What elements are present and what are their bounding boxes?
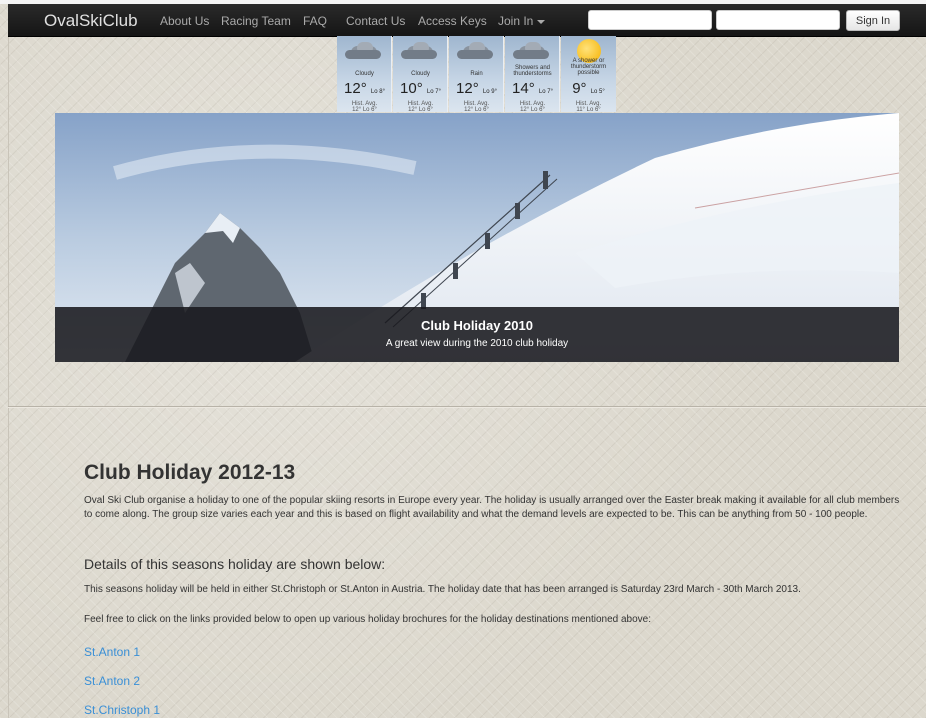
weather-temp: 9° Lo 5° <box>561 80 616 97</box>
page-left-edge <box>8 36 9 718</box>
weather-day: Showers and thunderstorms 14° Lo 7° Hist… <box>505 36 560 113</box>
weather-hist: Hist. Avg. 12° Lo 6° <box>337 101 392 113</box>
rain-cloud-icon <box>457 40 495 62</box>
weather-condition: Cloudy <box>355 71 374 77</box>
caption-title: Club Holiday 2010 <box>421 318 533 333</box>
weather-day: A shower or thunderstorm possible 9° Lo … <box>561 36 616 113</box>
weather-hist: Hist. Avg. 12° Lo 6° <box>393 101 448 113</box>
carousel-caption: Club Holiday 2010 A great view during th… <box>55 307 899 362</box>
page-title: Club Holiday 2012-13 <box>84 461 296 484</box>
link-st-anton-2[interactable]: St.Anton 2 <box>84 674 140 688</box>
link-st-christoph-1[interactable]: St.Christoph 1 <box>84 703 160 717</box>
sign-in-button[interactable]: Sign In <box>846 10 900 31</box>
storm-cloud-icon <box>513 40 551 62</box>
weather-condition: Rain <box>470 71 483 77</box>
weather-day: Cloudy 10° Lo 7° Hist. Avg. 12° Lo 6° <box>393 36 448 113</box>
weather-high: 12° <box>456 80 479 97</box>
cloud-icon <box>345 40 383 62</box>
weather-high: 14° <box>512 80 535 97</box>
weather-condition: Cloudy <box>411 71 430 77</box>
weather-low: Lo 8° <box>370 89 385 95</box>
join-in-label: Join In <box>498 14 534 28</box>
intro-paragraph: Oval Ski Club organise a holiday to one … <box>84 495 900 520</box>
weather-high: 9° <box>572 80 587 97</box>
cloud-icon <box>401 40 439 62</box>
nav-racing-team[interactable]: Racing Team <box>221 14 291 28</box>
weather-temp: 14° Lo 7° <box>505 80 560 97</box>
nav-access-keys[interactable]: Access Keys <box>418 14 487 28</box>
weather-low: Lo 7° <box>426 89 441 95</box>
link-st-anton-1[interactable]: St.Anton 1 <box>84 645 140 659</box>
weather-hist: Hist. Avg. 12° Lo 6° <box>449 101 504 113</box>
nav-about-us[interactable]: About Us <box>160 14 209 28</box>
caption-text: A great view during the 2010 club holida… <box>385 338 569 349</box>
password-input[interactable] <box>716 10 840 30</box>
weather-hist: Hist. Avg. 12° Lo 6° <box>505 101 560 113</box>
section-divider <box>8 406 926 408</box>
details-heading: Details of this seasons holiday are show… <box>84 556 386 572</box>
username-input[interactable] <box>588 10 712 30</box>
brand-link[interactable]: OvalSkiClub <box>44 11 138 31</box>
weather-high: 12° <box>344 80 367 97</box>
weather-condition: A shower or thunderstorm possible <box>570 58 607 76</box>
nav-faq[interactable]: FAQ <box>303 14 327 28</box>
nav-contact-us[interactable]: Contact Us <box>346 14 405 28</box>
hero-carousel[interactable]: Club Holiday 2010 A great view during th… <box>55 113 899 362</box>
weather-widget: Cloudy 12° Lo 8° Hist. Avg. 12° Lo 6° Clo… <box>337 36 618 113</box>
weather-temp: 12° Lo 8° <box>337 80 392 97</box>
nav-join-in-dropdown[interactable]: Join In <box>498 14 546 28</box>
caret-down-icon <box>537 19 546 24</box>
top-navbar: OvalSkiClub About Us Racing Team FAQ Con… <box>8 4 926 37</box>
weather-temp: 12° Lo 9° <box>449 80 504 97</box>
weather-low: Lo 7° <box>538 89 553 95</box>
links-intro-paragraph: Feel free to click on the links provided… <box>84 614 652 625</box>
weather-temp: 10° Lo 7° <box>393 80 448 97</box>
weather-hist: Hist. Avg. 11° Lo 6° <box>561 101 616 113</box>
weather-low: Lo 5° <box>590 89 605 95</box>
weather-day: Cloudy 12° Lo 8° Hist. Avg. 12° Lo 6° <box>337 36 392 113</box>
weather-high: 10° <box>400 80 423 97</box>
weather-low: Lo 9° <box>482 89 497 95</box>
weather-day: Rain 12° Lo 9° Hist. Avg. 12° Lo 6° <box>449 36 504 113</box>
details-paragraph: This seasons holiday will be held in eit… <box>84 584 801 595</box>
weather-condition: Showers and thunderstorms <box>513 65 552 77</box>
